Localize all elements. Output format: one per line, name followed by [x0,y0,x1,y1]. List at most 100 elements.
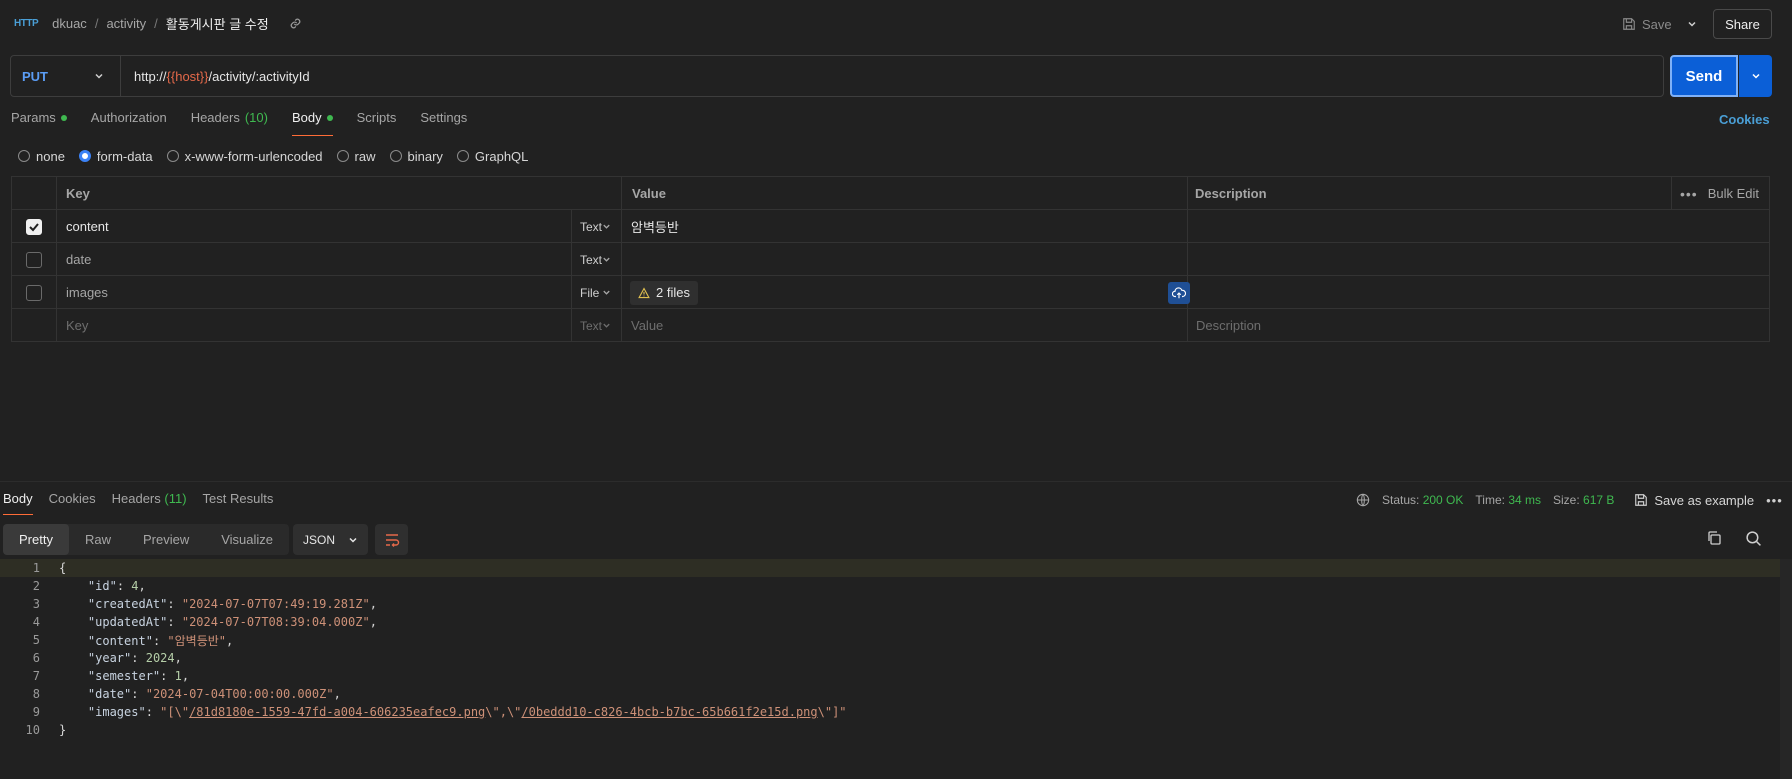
description-cell[interactable] [1188,243,1769,276]
value-cell[interactable] [622,243,1188,276]
save-options-chevron-down-icon[interactable] [1682,12,1702,36]
response-view-tabs: Pretty Raw Preview Visualize [3,524,290,555]
cookies-link[interactable]: Cookies [1719,112,1770,127]
time-value[interactable]: 34 ms [1508,493,1541,507]
type-select[interactable]: Text [572,210,622,243]
vertical-scrollbar[interactable] [1780,559,1792,779]
json-link[interactable]: /0beddd10-c826-4bcb-b7bc-65b661f2e15d.pn… [521,705,817,719]
value-column-header: Value [622,177,1188,210]
tab-authorization[interactable]: Authorization [91,110,167,138]
code-text: } [59,723,67,737]
key-cell[interactable]: content [57,210,572,243]
more-options-icon[interactable]: ••• [1680,186,1698,202]
size-value[interactable]: 617 B [1583,493,1614,507]
code-line: 9 "images": "[\"/81d8180e-1559-47fd-a004… [0,703,1780,721]
json-link[interactable]: /81d8180e-1559-47fd-a004-606235eafec9.pn… [189,705,485,719]
save-icon [1622,17,1636,31]
value-placeholder[interactable]: Value [622,309,1188,342]
line-number: 9 [32,705,40,719]
size-label: Size: [1553,493,1580,507]
radio-raw[interactable]: raw [336,148,376,164]
bulk-edit-button[interactable]: Bulk Edit [1708,186,1759,201]
form-data-table: Key Value Description ••• Bulk Edit cont… [11,176,1770,342]
tab-headers[interactable]: Headers (10) [191,110,268,138]
key-placeholder[interactable]: Key [57,309,572,342]
url-input[interactable]: http://{{host}}/activity/:activityId [134,55,310,97]
type-select[interactable]: File [572,276,622,309]
pane-divider[interactable] [0,481,1792,482]
code-line: 7 "semester": 1, [0,667,1780,685]
code-line: 10} [0,721,1780,739]
request-name[interactable]: 활동게시판 글 수정 [166,14,269,33]
response-tab-body[interactable]: Body [3,491,33,515]
row-checkbox-checked[interactable] [26,218,42,235]
description-cell[interactable] [1188,276,1769,309]
radio-circle-checked [78,150,91,162]
radio-graphql[interactable]: GraphQL [456,149,528,164]
radio-x-www-form-urlencoded[interactable]: x-www-form-urlencoded [166,149,323,164]
copy-icon[interactable] [1706,530,1722,546]
radio-form-data[interactable]: form-data [78,149,153,164]
url-path: /activity/:activityId [208,68,310,84]
description-placeholder[interactable]: Description [1188,309,1769,342]
files-chip[interactable]: 2 files [630,280,698,305]
response-tab-test-results[interactable]: Test Results [203,491,274,515]
send-button[interactable]: Send [1670,55,1738,97]
method-select[interactable]: PUT [10,55,121,97]
view-mode-segmented: Pretty Raw Preview Visualize [3,524,290,555]
radio-circle [166,150,179,162]
response-tab-cookies[interactable]: Cookies [49,491,96,515]
key-cell[interactable]: images [57,276,572,309]
type-select[interactable]: Text [572,243,622,276]
body-type-options: none form-data x-www-form-urlencoded raw… [18,148,528,164]
tab-label: Body [291,110,322,125]
code-line: 6 "year": 2024, [0,649,1780,667]
save-as-example-label: Save as example [1654,492,1755,508]
breadcrumb-collection[interactable]: activity [106,16,146,31]
method-label: PUT [22,68,48,84]
key-cell[interactable]: date [57,243,572,276]
row-checkbox[interactable] [26,284,42,301]
code-text: "createdAt": "2024-07-07T07:49:19.281Z", [87,597,377,611]
search-icon[interactable] [1745,530,1762,547]
breadcrumb-separator: / [94,15,99,31]
tab-body[interactable]: Body [291,110,333,138]
tab-params[interactable]: Params [11,110,67,138]
row-checkbox-cell [12,243,57,276]
type-select[interactable]: Text [572,309,622,342]
json-value-year: 2024 [145,651,175,665]
line-number: 5 [32,633,40,647]
view-tab-preview[interactable]: Preview [127,524,205,555]
tab-settings[interactable]: Settings [420,110,467,138]
chevron-down-icon [603,257,610,262]
view-tab-pretty[interactable]: Pretty [3,524,69,555]
link-icon[interactable] [289,17,302,30]
format-select[interactable]: JSON [293,524,368,555]
tab-scripts[interactable]: Scripts [357,110,397,138]
breadcrumb-workspace[interactable]: dkuac [52,16,87,31]
chevron-down-icon [603,290,610,295]
more-options-icon[interactable]: ••• [1766,493,1783,508]
view-tab-visualize[interactable]: Visualize [205,524,289,555]
radio-binary[interactable]: binary [389,149,443,164]
cloud-upload-icon[interactable] [1168,282,1190,304]
checkbox-column-header [12,177,57,210]
code-line: 2 "id": 4, [0,577,1780,595]
json-string-part: \",\" [485,705,522,719]
description-cell[interactable] [1188,210,1769,243]
radio-none[interactable]: none [18,149,65,164]
view-tab-raw[interactable]: Raw [69,524,127,555]
value-cell[interactable]: 암벽등반 [622,210,1188,243]
response-tab-headers[interactable]: Headers (11) [112,491,187,515]
save-button[interactable]: Save [1622,12,1672,36]
row-checkbox[interactable] [26,251,42,268]
radio-label: raw [354,148,376,164]
line-number: 2 [32,579,40,593]
share-button[interactable]: Share [1713,9,1772,39]
response-body-code[interactable]: 1{ 2 "id": 4, 3 "createdAt": "2024-07-07… [0,559,1780,739]
save-as-example-button[interactable]: Save as example [1634,493,1754,508]
wrap-lines-icon[interactable] [375,524,408,555]
status-value[interactable]: 200 OK [1423,493,1464,507]
send-options-chevron-down-icon[interactable] [1739,55,1772,97]
globe-icon[interactable] [1356,493,1370,507]
